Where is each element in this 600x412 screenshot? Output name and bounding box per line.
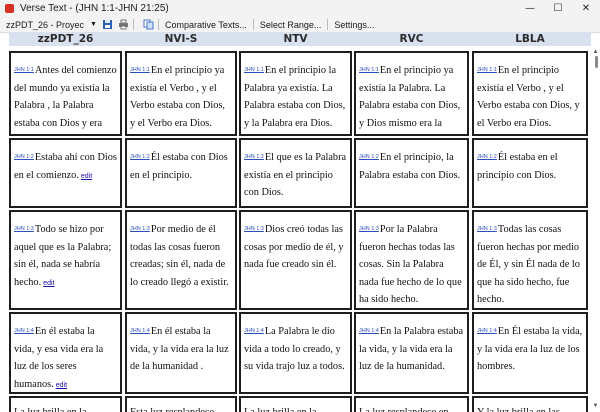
verse-text: Por medio de él todas las cosas fueron c… [130, 224, 229, 288]
window-title: Verse Text - (JHN 1:1-JHN 21:25) [20, 3, 169, 14]
project-select-label: zzPDT_26 - Proyec [6, 19, 85, 30]
verse-text: La luz brilla en la [14, 407, 87, 412]
toolbar-divider [252, 19, 254, 30]
verse-cell[interactable]: JHN 1:4En Él estaba la vida, y la vida e… [472, 312, 588, 394]
verse-reference-link[interactable]: JHN 1:2 [359, 154, 379, 160]
verse-reference-link[interactable]: JHN 1:1 [14, 67, 34, 73]
verse-cell[interactable]: JHN 1:1En el principio la Palabra ya exi… [239, 51, 352, 136]
verse-reference-link[interactable]: JHN 1:3 [130, 226, 150, 232]
verse-cell[interactable]: JHN 1:3Dios creó todas las cosas por med… [239, 210, 352, 310]
verse-reference-link[interactable]: JHN 1:3 [244, 226, 264, 232]
verse-reference-link[interactable]: JHN 1:2 [477, 154, 497, 160]
verse-reference-link[interactable]: JHN 1:4 [130, 328, 150, 334]
verse-cell[interactable]: Y la luz brilla en las [472, 396, 588, 412]
verse-cell[interactable]: JHN 1:2En el principio, la Palabra estab… [354, 138, 469, 208]
verse-text: En él estaba la vida, y esa vida era la … [14, 326, 104, 390]
vertical-scrollbar[interactable] [595, 56, 598, 68]
verse-cell[interactable]: JHN 1:4En él estaba la vida, y la vida e… [125, 312, 237, 394]
verse-cell[interactable]: JHN 1:1En el principio existía el Verbo … [472, 51, 588, 136]
project-select[interactable]: zzPDT_26 - Proyec ▼ [6, 20, 97, 30]
print-icon[interactable] [118, 19, 129, 30]
column-header: NTV [283, 33, 308, 45]
column-header-row: zzPDT_26 NVI-S NTV RVC LBLA [9, 32, 591, 46]
app-icon [5, 4, 14, 13]
verse-cell[interactable]: JHN 1:2Él estaba con Dios en el principi… [125, 138, 237, 208]
settings-button[interactable]: Settings... [332, 20, 376, 30]
verse-reference-link[interactable]: JHN 1:3 [359, 226, 379, 232]
verse-text: Y la luz brilla en las [477, 407, 560, 412]
verse-reference-link[interactable]: JHN 1:4 [477, 328, 497, 334]
column-header: LBLA [515, 33, 545, 45]
comparative-texts-button[interactable]: Comparative Texts... [163, 20, 249, 30]
verse-cell[interactable]: JHN 1:2El que es la Palabra existía en e… [239, 138, 352, 208]
verse-cell[interactable]: La luz resplandece en [354, 396, 469, 412]
toolbar: zzPDT_26 - Proyec ▼ Comparative Texts...… [0, 17, 600, 33]
save-icon[interactable] [102, 19, 113, 30]
toolbar-divider [157, 19, 159, 30]
toolbar-divider [132, 19, 134, 30]
chevron-down-icon: ▼ [90, 21, 97, 28]
verse-cell[interactable]: JHN 1:3Todo se hizo por aquel que es la … [9, 210, 122, 310]
verse-reference-link[interactable]: JHN 1:2 [130, 154, 150, 160]
edit-link[interactable]: edit [56, 382, 67, 389]
verse-reference-link[interactable]: JHN 1:4 [244, 328, 264, 334]
verse-reference-link[interactable]: JHN 1:4 [14, 328, 34, 334]
verse-text: En el principio ya existía la Palabra. L… [359, 65, 461, 129]
verse-text: Antes del comienzo del mundo ya existía … [14, 65, 117, 129]
minimize-button[interactable]: — [516, 0, 544, 17]
verse-grid: JHN 1:1Antes del comienzo del mundo ya e… [9, 49, 591, 412]
verse-cell[interactable]: JHN 1:3Por medio de él todas las cosas f… [125, 210, 237, 310]
column-header: zzPDT_26 [37, 33, 94, 45]
select-range-button[interactable]: Select Range... [258, 20, 324, 30]
verse-text: La luz resplandece en [359, 407, 448, 412]
verse-text: En el principio la Palabra ya existía. L… [244, 65, 346, 129]
verse-cell[interactable]: La luz brilla en la [9, 396, 122, 412]
verse-text: En el principio existía el Verbo , y el … [477, 65, 580, 129]
verse-reference-link[interactable]: JHN 1:1 [477, 67, 497, 73]
verse-text: Todas las cosas fueron hechas por medio … [477, 224, 580, 305]
verse-cell[interactable]: La luz brilla en la [239, 396, 352, 412]
verse-cell[interactable]: JHN 1:1Antes del comienzo del mundo ya e… [9, 51, 122, 136]
verse-cell[interactable]: JHN 1:2Él estaba en el principio con Dio… [472, 138, 588, 208]
verse-cell[interactable]: JHN 1:4En él estaba la vida, y esa vida … [9, 312, 122, 394]
verse-cell[interactable]: JHN 1:3Por la Palabra fueron hechas toda… [354, 210, 469, 310]
title-bar: Verse Text - (JHN 1:1-JHN 21:25) — ☐ ✕ [0, 0, 600, 17]
toolbar-divider [327, 19, 329, 30]
verse-reference-link[interactable]: JHN 1:1 [359, 67, 379, 73]
close-button[interactable]: ✕ [572, 0, 600, 17]
verse-text: La luz brilla en la [244, 407, 317, 412]
copy-icon[interactable] [143, 19, 154, 30]
verse-cell[interactable]: JHN 1:1En el principio ya existía la Pal… [354, 51, 469, 136]
maximize-button[interactable]: ☐ [544, 0, 572, 17]
verse-cell[interactable]: Esta luz resplandece [125, 396, 237, 412]
verse-reference-link[interactable]: JHN 1:4 [359, 328, 379, 334]
verse-text: Esta luz resplandece [130, 407, 214, 412]
verse-reference-link[interactable]: JHN 1:1 [130, 67, 150, 73]
column-header: RVC [399, 33, 424, 45]
scroll-down-arrow-icon[interactable]: ▼ [591, 403, 600, 411]
window-controls: — ☐ ✕ [516, 0, 600, 17]
verse-cell[interactable]: JHN 1:4La Palabra le dio vida a todo lo … [239, 312, 352, 394]
verse-text: En el principio ya existía el Verbo , y … [130, 65, 225, 129]
verse-reference-link[interactable]: JHN 1:1 [244, 67, 264, 73]
verse-reference-link[interactable]: JHN 1:3 [14, 226, 34, 232]
verse-cell[interactable]: JHN 1:3Todas las cosas fueron hechas por… [472, 210, 588, 310]
column-header: NVI-S [164, 33, 198, 45]
verse-cell[interactable]: JHN 1:2Estaba ahí con Dios en el comienz… [9, 138, 122, 208]
edit-link[interactable]: edit [81, 173, 92, 180]
verse-cell[interactable]: JHN 1:1En el principio ya existía el Ver… [125, 51, 237, 136]
verse-reference-link[interactable]: JHN 1:2 [244, 154, 264, 160]
verse-text: Por la Palabra fueron hechas todas las c… [359, 224, 462, 305]
edit-link[interactable]: edit [43, 280, 54, 287]
verse-cell[interactable]: JHN 1:4En la Palabra estaba la vida, y l… [354, 312, 469, 394]
verse-reference-link[interactable]: JHN 1:2 [14, 154, 34, 160]
verse-reference-link[interactable]: JHN 1:3 [477, 226, 497, 232]
verse-text: Todo se hizo por aquel que es la Palabra… [14, 224, 112, 288]
